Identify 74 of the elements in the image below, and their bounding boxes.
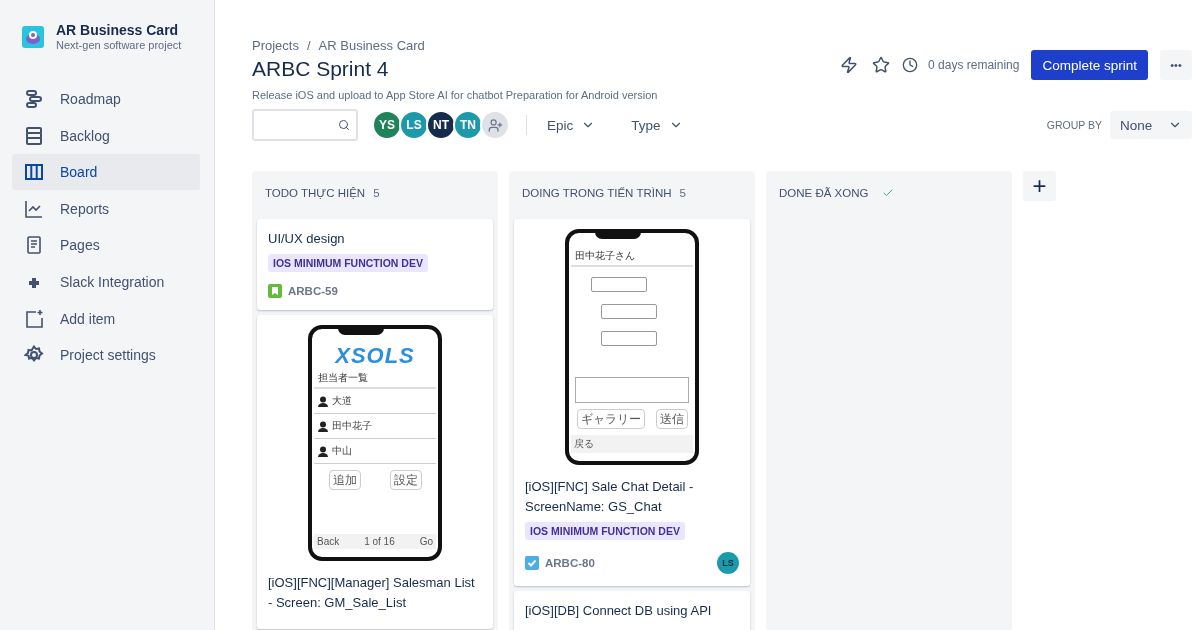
avatar-filter[interactable]: NT bbox=[426, 110, 456, 140]
filter-dropdown[interactable]: Type bbox=[623, 111, 691, 139]
avatar-filter[interactable]: YS bbox=[372, 110, 402, 140]
mockup-footer-text: Go bbox=[419, 536, 433, 547]
mockup-button: ギャラリー bbox=[576, 409, 645, 429]
filter-dropdown[interactable]: Epic bbox=[539, 111, 604, 139]
sidebar-item[interactable]: Slack Integration bbox=[12, 263, 200, 300]
issue-card[interactable]: [iOS][DB] Connect DB using API bbox=[514, 591, 750, 630]
epic-label: IOS MINIMUM FUNCTION DEV bbox=[525, 522, 685, 540]
sidebar-item[interactable]: Board bbox=[12, 154, 200, 191]
assignee-avatar: LS bbox=[717, 552, 739, 574]
issue-title: UI/UX design bbox=[268, 230, 346, 248]
person-icon bbox=[318, 420, 328, 432]
epic-label: IOS MINIMUM FUNCTION DEV bbox=[268, 254, 428, 272]
column-title: TODO THỰC HIỆN bbox=[265, 187, 366, 199]
issue-count: 5 bbox=[373, 187, 380, 199]
roadmap-icon bbox=[24, 89, 44, 109]
chat-bubble bbox=[591, 277, 647, 292]
sidebar-item[interactable]: Roadmap bbox=[12, 81, 200, 117]
add-column-button[interactable]: + bbox=[1023, 171, 1056, 201]
page-icon bbox=[24, 235, 44, 256]
issue-card[interactable]: 田中花子さん ギャラリー 送信 戻る [iOS][FNC] Sale Chat Detail - ScreenName: GS_Chat IOS MINIMUM FUNCTION DEV ARBC-80 LS bbox=[514, 219, 750, 586]
app-logo: XSOLS bbox=[333, 343, 416, 369]
project-avatar-icon bbox=[22, 25, 44, 48]
sprint-goal: Release iOS and upload to App Store AI for chatbot Preparation for Android version bbox=[252, 89, 659, 101]
sprint-title: ARBC Sprint 4 bbox=[252, 57, 389, 81]
mockup-footer-text: 1 of 16 bbox=[364, 536, 395, 547]
sidebar-item[interactable]: Pages bbox=[12, 227, 200, 264]
mockup-heading: 担当者一覧 bbox=[314, 369, 436, 389]
mockup-name: 大道 bbox=[332, 394, 352, 408]
sidebar-item[interactable]: Backlog bbox=[12, 117, 200, 154]
issue-card[interactable]: XSOLS 担当者一覧 大道 田中花子 中山 追加 設定 Back 1 of 16 Go [iOS][FNC][Manager] Salesman List - Screen: GM_Sale_List bbox=[257, 315, 493, 629]
issue-key: ARBC-80 bbox=[545, 557, 595, 569]
group-by-select[interactable]: None bbox=[1110, 111, 1192, 139]
days-remaining: 0 days remaining bbox=[928, 58, 1020, 72]
sidebar-item[interactable]: Add item bbox=[12, 300, 200, 337]
mockup-footer-text: Back bbox=[317, 536, 340, 547]
breadcrumb-link[interactable]: Projects bbox=[252, 38, 299, 53]
clock-icon bbox=[902, 57, 919, 73]
mockup-button: 追加 bbox=[328, 470, 361, 490]
person-icon bbox=[318, 445, 328, 457]
mockup-heading: 田中花子さん bbox=[571, 247, 693, 267]
backlog-icon bbox=[24, 125, 44, 146]
complete-sprint-button[interactable]: Complete sprint bbox=[1031, 50, 1148, 80]
issue-title: [iOS][FNC] Sale Chat Detail - ScreenName: GS_Chat bbox=[525, 478, 695, 516]
search-icon bbox=[338, 118, 350, 132]
person-icon bbox=[318, 395, 328, 407]
sidebar-item[interactable]: Project settings bbox=[12, 337, 200, 374]
project-name: AR Business Card bbox=[56, 22, 180, 38]
sidebar-item[interactable]: Reports bbox=[12, 190, 200, 227]
group-by-label: GROUP BY bbox=[1046, 119, 1102, 131]
issue-title: [iOS][FNC][Manager] Salesman List - Screen: GM_Sale_List bbox=[268, 574, 476, 612]
chat-bubble bbox=[601, 304, 657, 319]
add-person-icon bbox=[487, 117, 503, 133]
issue-card[interactable]: UI/UX design IOS MINIMUM FUNCTION DEV ARBC-59 bbox=[257, 219, 493, 310]
issue-count: 5 bbox=[679, 187, 686, 199]
more-button[interactable]: ••• bbox=[1160, 50, 1192, 80]
breadcrumb-separator: / bbox=[306, 38, 311, 53]
board-icon bbox=[24, 162, 44, 183]
mockup-button: 送信 bbox=[655, 409, 688, 429]
mockup-name: 田中花子 bbox=[332, 419, 372, 433]
issue-key: ARBC-59 bbox=[288, 285, 338, 297]
add-item-icon bbox=[24, 308, 44, 329]
column-title: DOING TRONG TIẾN TRÌNH bbox=[522, 187, 672, 199]
chart-icon bbox=[24, 198, 44, 219]
mockup-name: 中山 bbox=[332, 444, 352, 458]
chat-bubble bbox=[601, 331, 657, 346]
mockup-footer-text: 戻る bbox=[574, 437, 594, 451]
project-type: Next-gen software project bbox=[56, 39, 182, 51]
column-title: DONE ĐÃ XONG bbox=[779, 187, 869, 199]
search-field[interactable] bbox=[252, 109, 358, 141]
breadcrumb-link[interactable]: AR Business Card bbox=[318, 38, 425, 53]
issue-title: [iOS][DB] Connect DB using API bbox=[525, 602, 713, 620]
mockup-button: 設定 bbox=[389, 470, 422, 490]
